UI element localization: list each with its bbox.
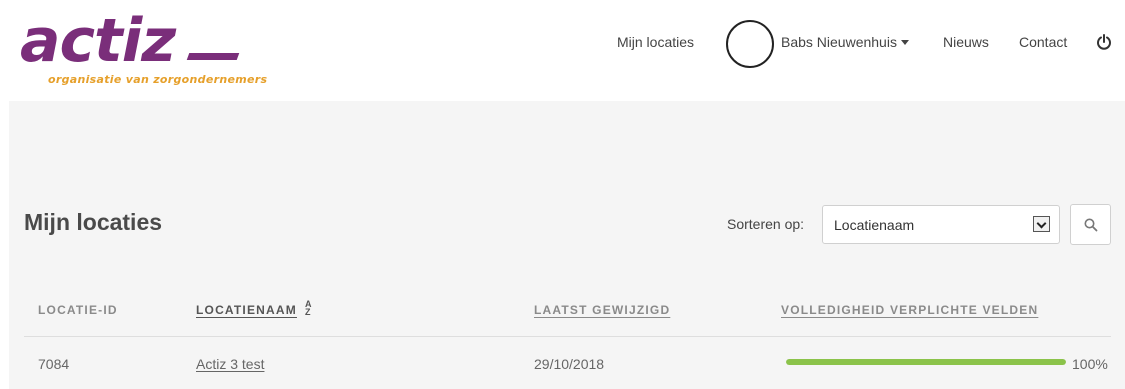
- search-icon: [1084, 218, 1098, 232]
- column-header-name[interactable]: LOCATIENAAM A Z: [196, 299, 313, 319]
- completeness-percentage: 100%: [1072, 356, 1108, 372]
- caret-down-icon: [900, 39, 909, 45]
- header: actiz organisatie van zorgondernemers Mi…: [0, 0, 1125, 101]
- avatar[interactable]: [726, 20, 774, 68]
- logo-wordmark: actiz: [20, 6, 176, 76]
- sort-selected-value: Locatienaam: [834, 217, 915, 233]
- power-icon[interactable]: [1096, 34, 1112, 50]
- sort-label: Sorteren op:: [727, 216, 805, 232]
- nav-my-locations[interactable]: Mijn locaties: [617, 34, 694, 50]
- nav-news[interactable]: Nieuws: [943, 34, 989, 50]
- sort-select[interactable]: Locatienaam: [822, 205, 1060, 244]
- search-button[interactable]: [1070, 204, 1111, 245]
- completeness-progress-bar: [786, 359, 1066, 365]
- column-header-name-label: LOCATIENAAM: [196, 303, 297, 318]
- row-location-name[interactable]: Actiz 3 test: [196, 356, 264, 372]
- row-last-modified: 29/10/2018: [534, 356, 605, 372]
- column-header-completeness[interactable]: VOLLEDIGHEID VERPLICHTE VELDEN: [781, 303, 1038, 317]
- completeness-progress-fill: [786, 359, 1066, 365]
- chevron-down-icon[interactable]: [1033, 216, 1050, 232]
- page-title: Mijn locaties: [24, 209, 163, 235]
- row-location-id: 7084: [38, 356, 70, 372]
- nav-contact[interactable]: Contact: [1019, 34, 1067, 50]
- table-divider: [24, 336, 1111, 337]
- user-menu[interactable]: Babs Nieuwenhuis: [781, 34, 909, 50]
- column-header-modified[interactable]: LAATST GEWIJZIGD: [534, 303, 670, 317]
- logo-tagline: organisatie van zorgondernemers: [48, 73, 268, 86]
- logo-underline: [186, 53, 240, 60]
- main-content: [9, 101, 1125, 389]
- column-header-id: LOCATIE-ID: [38, 303, 118, 317]
- sort-alpha-icon: AZ: [304, 299, 313, 317]
- user-name: Babs Nieuwenhuis: [781, 34, 897, 50]
- actiz-logo[interactable]: actiz organisatie van zorgondernemers: [20, 6, 300, 94]
